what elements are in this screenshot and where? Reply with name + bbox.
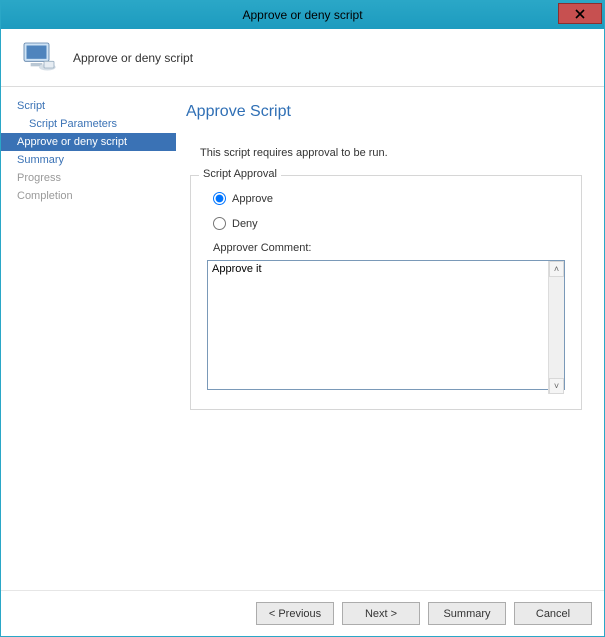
radio-approve-label: Approve [232,193,273,205]
script-approval-group: Script Approval Approve Deny Approver Co… [190,175,582,410]
comment-scrollbar[interactable]: ˄ ˅ [548,261,564,394]
group-legend: Script Approval [199,168,281,180]
intro-text: This script requires approval to be run. [200,147,582,159]
previous-button[interactable]: < Previous [256,602,334,625]
summary-button[interactable]: Summary [428,602,506,625]
wizard-button-row: < Previous Next > Summary Cancel [1,590,604,636]
comment-label: Approver Comment: [213,242,565,254]
sidebar-item-progress: Progress [1,169,176,187]
wizard-subtitle: Approve or deny script [73,51,193,65]
cancel-button[interactable]: Cancel [514,602,592,625]
radio-approve-row[interactable]: Approve [213,192,565,205]
approver-comment-input[interactable] [207,260,565,390]
scroll-up-icon[interactable]: ˄ [549,261,564,277]
wizard-main: Approve Script This script requires appr… [176,87,604,590]
close-button[interactable] [558,3,602,24]
wizard-body: Script Script Parameters Approve or deny… [1,87,604,590]
monitor-icon [19,38,59,78]
comment-wrap: ˄ ˅ [207,260,565,395]
close-icon [575,9,585,19]
sidebar-item-completion: Completion [1,187,176,205]
titlebar: Approve or deny script [1,1,604,29]
wizard-header: Approve or deny script [1,29,604,87]
sidebar-item-script-parameters[interactable]: Script Parameters [1,115,176,133]
radio-deny[interactable] [213,217,226,230]
scroll-down-icon[interactable]: ˅ [549,378,564,394]
sidebar-item-script[interactable]: Script [1,97,176,115]
radio-deny-label: Deny [232,218,258,230]
radio-deny-row[interactable]: Deny [213,217,565,230]
sidebar-item-approve-or-deny[interactable]: Approve or deny script [1,133,176,151]
wizard-sidebar: Script Script Parameters Approve or deny… [1,87,176,590]
radio-approve[interactable] [213,192,226,205]
page-heading: Approve Script [186,103,582,121]
window-title: Approve or deny script [1,8,604,22]
sidebar-item-summary[interactable]: Summary [1,151,176,169]
next-button[interactable]: Next > [342,602,420,625]
